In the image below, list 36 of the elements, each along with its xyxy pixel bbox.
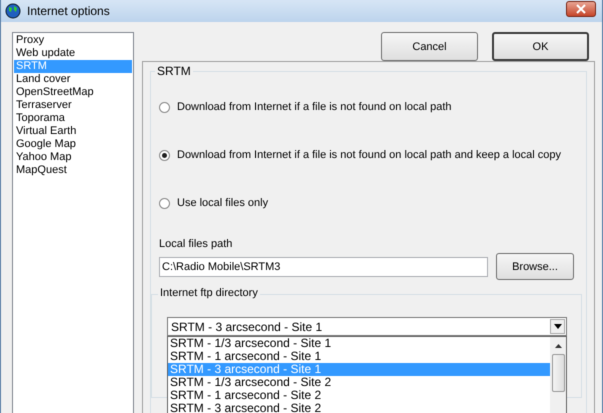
category-item[interactable]: Virtual Earth [14, 125, 132, 138]
category-item[interactable]: Yahoo Map [14, 151, 132, 164]
dropdown-option[interactable]: SRTM - 1 arcsecond - Site 2 [168, 389, 550, 402]
dialog-button[interactable]: Cancel [381, 32, 478, 61]
dropdown-option[interactable]: SRTM - 1/3 arcsecond - Site 1 [168, 337, 550, 350]
scroll-up-arrow-icon[interactable] [554, 344, 562, 348]
radio-button[interactable] [159, 102, 170, 112]
dropdown-option[interactable]: SRTM - 1/3 arcsecond - Site 2 [168, 376, 550, 389]
category-item[interactable]: OpenStreetMap [14, 86, 132, 99]
dialog-button[interactable]: OK [492, 32, 589, 61]
group-title: SRTM [155, 64, 193, 78]
scroll-thumb[interactable] [552, 354, 564, 392]
category-item[interactable]: Toporama [14, 112, 132, 125]
radio-label[interactable]: Download from Internet if a file is not found on local path [177, 101, 452, 113]
category-item[interactable]: Proxy [14, 34, 132, 47]
category-item[interactable]: Terraserver [14, 99, 132, 112]
dropdown-option[interactable]: SRTM - 1 arcsecond - Site 1 [168, 350, 550, 363]
category-item[interactable]: Web update [14, 47, 132, 60]
radio-button[interactable] [159, 198, 170, 208]
dropdown-option[interactable]: SRTM - 3 arcsecond - Site 2 [168, 402, 550, 413]
radio-button[interactable] [159, 150, 170, 160]
category-item[interactable]: Land cover [14, 73, 132, 86]
directory-dropdown[interactable]: SRTM - 3 arcsecond - Site 1 [167, 317, 567, 336]
group-title: Internet ftp directory [158, 287, 260, 299]
globe-icon [5, 3, 21, 19]
close-button[interactable] [566, 1, 596, 17]
close-icon [576, 4, 586, 14]
radio-label[interactable]: Use local files only [177, 197, 268, 209]
radio-label[interactable]: Download from Internet if a file is not found on local path and keep a local copy [177, 149, 562, 161]
field-label: Local files path [159, 238, 234, 251]
category-item[interactable]: Google Map [14, 138, 132, 151]
path-field[interactable]: C:\Radio Mobile\SRTM3 [159, 256, 488, 276]
window-title: Internet options [27, 4, 111, 18]
category-item[interactable]: MapQuest [14, 164, 132, 177]
scrollbar[interactable] [550, 337, 566, 413]
browse-button[interactable]: Browse... [496, 253, 574, 280]
